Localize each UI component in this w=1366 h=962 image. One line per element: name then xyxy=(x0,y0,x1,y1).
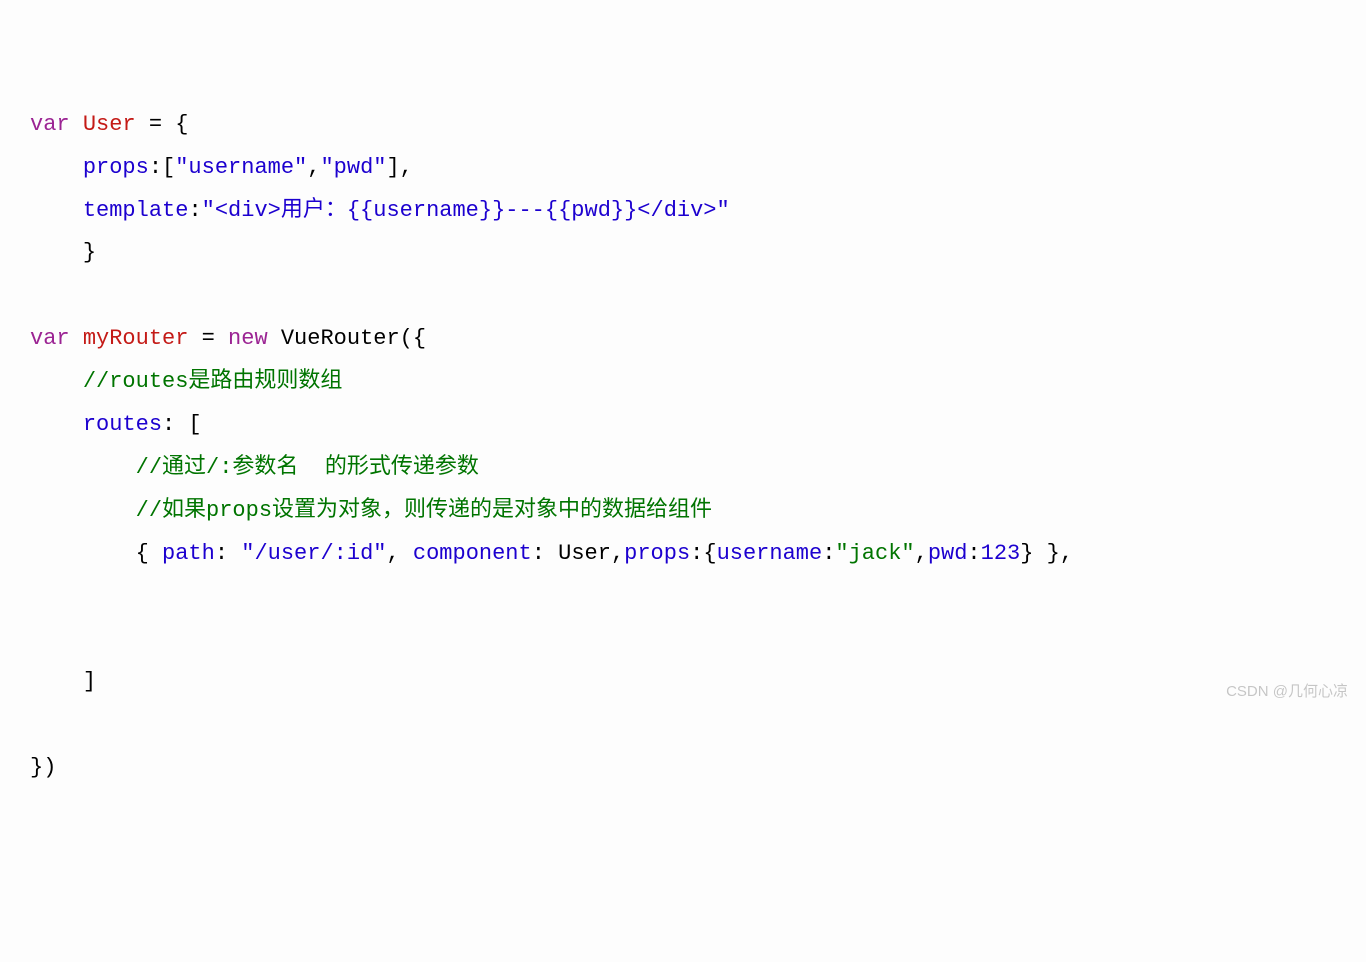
prop-path: path xyxy=(162,541,215,566)
string-template: "<div>用户：{{username}}---{{pwd}}</div>" xyxy=(202,198,730,223)
punct: : xyxy=(215,541,241,566)
keyword-new: new xyxy=(228,326,268,351)
punct: = xyxy=(188,326,228,351)
fn-vuerouter: VueRouter({ xyxy=(268,326,426,351)
indent xyxy=(30,198,83,223)
prop-username: username xyxy=(717,541,823,566)
indent xyxy=(30,455,136,480)
punct: { xyxy=(136,541,162,566)
keyword-var: var xyxy=(30,112,70,137)
string-jack: "jack" xyxy=(835,541,914,566)
string: "username" xyxy=(175,155,307,180)
punct: : xyxy=(822,541,835,566)
punct: { xyxy=(703,541,716,566)
indent xyxy=(30,669,83,694)
punct: : xyxy=(149,155,162,180)
watermark: CSDN @几何心凉 xyxy=(1226,677,1348,706)
indent xyxy=(30,498,136,523)
indent xyxy=(30,369,83,394)
identifier-user-ref: User xyxy=(558,541,611,566)
punct: , xyxy=(915,541,928,566)
punct: : xyxy=(532,541,558,566)
comment: //如果props设置为对象，则传递的是对象中的数据给组件 xyxy=(136,498,712,523)
string-path: "/user/:id" xyxy=(241,541,386,566)
punct: [ xyxy=(162,155,175,180)
punct: : xyxy=(690,541,703,566)
comment: //routes是路由规则数组 xyxy=(83,369,343,394)
string: "pwd" xyxy=(320,155,386,180)
indent xyxy=(30,240,83,265)
punct: , xyxy=(386,541,412,566)
punct: : [ xyxy=(162,412,202,437)
prop-props: props xyxy=(624,541,690,566)
punct: : xyxy=(967,541,980,566)
punct: : xyxy=(188,198,201,223)
indent xyxy=(30,412,83,437)
punct: ], xyxy=(386,155,412,180)
punct: = { xyxy=(136,112,189,137)
prop-pwd: pwd xyxy=(928,541,968,566)
identifier-myrouter: myRouter xyxy=(83,326,189,351)
prop-props: props xyxy=(83,155,149,180)
identifier-user: User xyxy=(83,112,136,137)
prop-template: template xyxy=(83,198,189,223)
prop-routes: routes xyxy=(83,412,162,437)
punct: } }, xyxy=(1020,541,1073,566)
keyword-var: var xyxy=(30,326,70,351)
indent xyxy=(30,541,136,566)
punct: ] xyxy=(83,669,96,694)
punct: }) xyxy=(30,755,56,780)
punct: , xyxy=(611,541,624,566)
comment: //通过/:参数名 的形式传递参数 xyxy=(136,455,479,480)
indent xyxy=(30,155,83,180)
punct: } xyxy=(83,240,96,265)
prop-component: component xyxy=(413,541,532,566)
number: 123 xyxy=(981,541,1021,566)
punct: , xyxy=(307,155,320,180)
code-block: var User = { props:["username","pwd"], t… xyxy=(30,104,1336,790)
